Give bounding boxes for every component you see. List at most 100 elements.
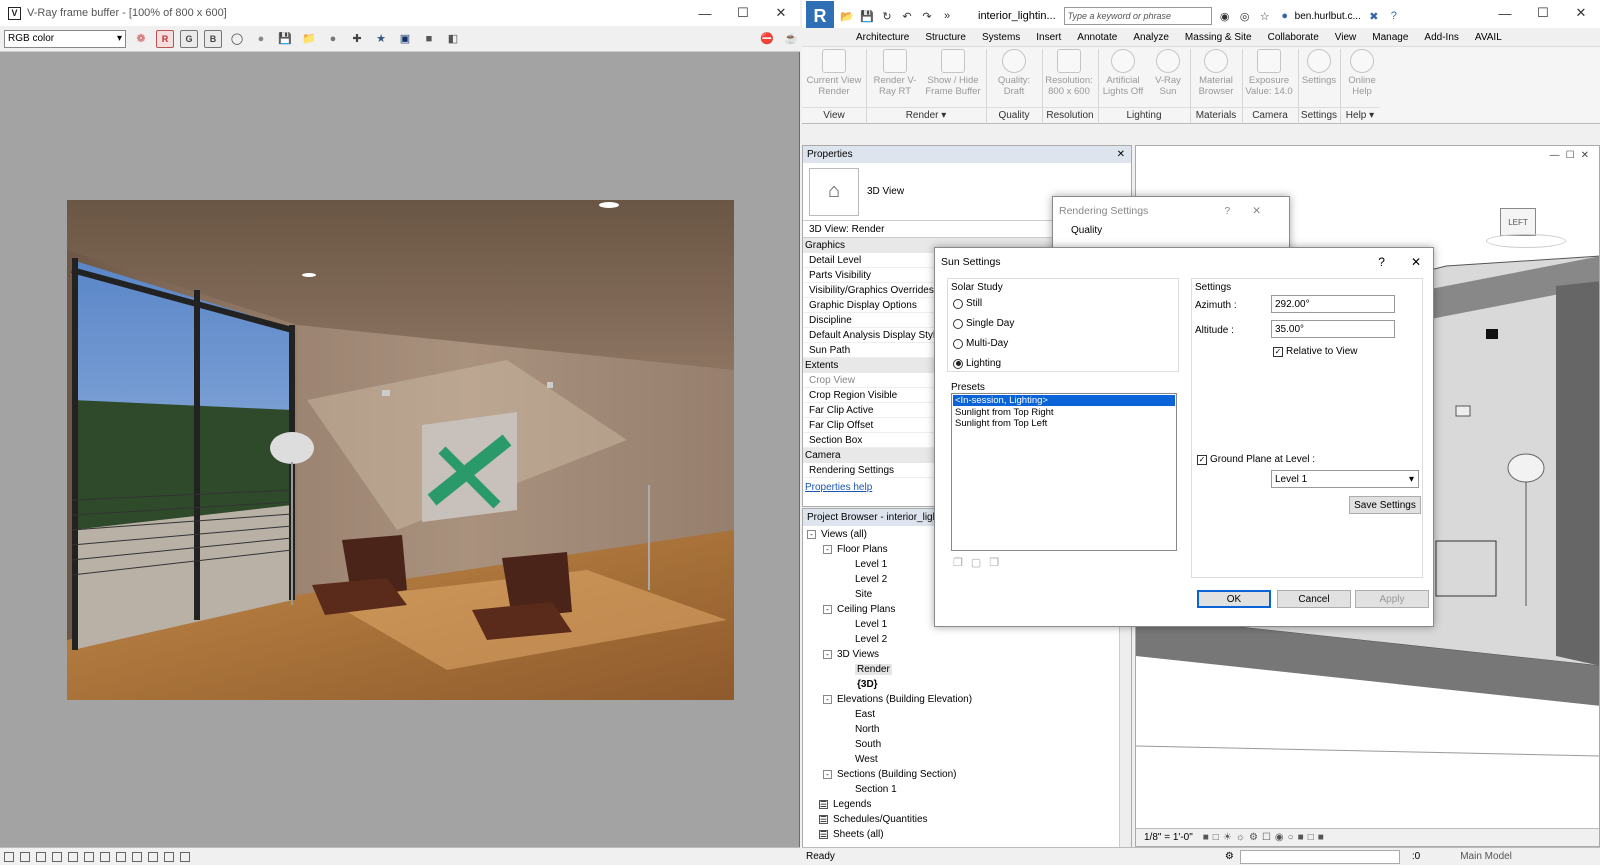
- open-folder-icon[interactable]: 📁: [300, 30, 318, 48]
- tree-views-all[interactable]: - Views (all): [807, 529, 867, 540]
- close-icon[interactable]: ✕: [1562, 0, 1600, 26]
- save-image-icon[interactable]: 💾: [276, 30, 294, 48]
- online-help-button[interactable]: Online Help: [1340, 49, 1384, 105]
- revit-logo-button[interactable]: R: [806, 1, 834, 31]
- stop-render-icon[interactable]: ⛔: [758, 30, 776, 48]
- duplicate-preset-icon[interactable]: ❐: [953, 556, 963, 569]
- panel-label-help[interactable]: Help ▾: [1340, 107, 1380, 123]
- ground-plane-checkbox[interactable]: ✓ Ground Plane at Level :: [1197, 454, 1315, 465]
- panel-label-render[interactable]: Render ▾: [866, 107, 986, 123]
- resolution-button[interactable]: Resolution: 800 x 600: [1042, 49, 1096, 105]
- tree-fp-site[interactable]: Site: [855, 589, 872, 600]
- radio-single-day[interactable]: Single Day: [953, 318, 1014, 329]
- vray-sun-button[interactable]: V-Ray Sun: [1148, 49, 1188, 105]
- status-tool-icon[interactable]: [100, 851, 110, 862]
- status-tool-icon[interactable]: [84, 851, 94, 862]
- tab-collaborate[interactable]: Collaborate: [1260, 32, 1327, 43]
- tree-elevation-west[interactable]: West: [855, 754, 878, 765]
- blue-channel-button[interactable]: B: [204, 29, 222, 48]
- region-render-icon[interactable]: ▣: [396, 30, 414, 48]
- design-option-select[interactable]: Main Model: [1460, 851, 1512, 862]
- presets-list[interactable]: <In-session, Lighting> Sunlight from Top…: [951, 393, 1177, 551]
- collapse-icon[interactable]: -: [823, 605, 832, 614]
- star-icon[interactable]: ☆: [1258, 9, 1272, 23]
- tab-add-ins[interactable]: Add-Ins: [1416, 32, 1466, 43]
- show-hide-frame-buffer-button[interactable]: Show / Hide Frame Buffer: [922, 49, 984, 105]
- maximize-icon[interactable]: ☐: [724, 0, 762, 26]
- settings-button[interactable]: Settings: [1298, 49, 1340, 105]
- tab-manage[interactable]: Manage: [1364, 32, 1416, 43]
- relative-to-view-checkbox[interactable]: ✓ Relative to View: [1273, 346, 1358, 357]
- tree-elevation-north[interactable]: North: [855, 724, 879, 735]
- tree-legends[interactable]: ☰ Legends: [819, 799, 871, 810]
- collapse-icon[interactable]: -: [823, 650, 832, 659]
- tab-architecture[interactable]: Architecture: [848, 32, 917, 43]
- dialog-controls-icon[interactable]: ?✕: [1224, 205, 1283, 217]
- tree-3d-render[interactable]: Render: [855, 664, 892, 675]
- tree-fp-level-2[interactable]: Level 2: [855, 574, 887, 585]
- current-view-render-button[interactable]: Current View Render: [804, 49, 864, 105]
- artificial-lights-button[interactable]: Artificial Lights Off: [1098, 49, 1148, 105]
- alpha-channel-icon[interactable]: ●: [252, 30, 270, 48]
- clear-image-icon[interactable]: ●: [324, 30, 342, 48]
- subscription-icon[interactable]: ◎: [1238, 9, 1252, 23]
- ok-button[interactable]: OK: [1197, 590, 1271, 608]
- redo-icon[interactable]: ↷: [920, 9, 934, 23]
- collapse-icon[interactable]: -: [823, 770, 832, 779]
- collapse-icon[interactable]: -: [823, 545, 832, 554]
- status-tool-icon[interactable]: [132, 851, 142, 862]
- sync-icon[interactable]: ↻: [880, 9, 894, 23]
- tree-sections[interactable]: - Sections (Building Section): [823, 769, 957, 780]
- exchange-icon[interactable]: ✖: [1367, 9, 1381, 23]
- tree-floor-plans[interactable]: - Floor Plans: [823, 544, 888, 555]
- tab-massing-site[interactable]: Massing & Site: [1177, 32, 1260, 43]
- search-input[interactable]: Type a keyword or phrase: [1063, 7, 1212, 25]
- save-settings-button[interactable]: Save Settings: [1349, 496, 1421, 514]
- close-icon[interactable]: ✕: [762, 0, 800, 26]
- quality-button[interactable]: Quality: Draft: [988, 49, 1040, 105]
- minimize-icon[interactable]: —: [1486, 0, 1524, 26]
- status-tool-icon[interactable]: [180, 851, 190, 862]
- delete-preset-icon[interactable]: ❒: [989, 556, 999, 569]
- cancel-button[interactable]: Cancel: [1277, 590, 1351, 608]
- radio-still[interactable]: Still: [953, 298, 982, 309]
- user-name[interactable]: ben.hurlbut.c...: [1295, 11, 1361, 22]
- status-tool-icon[interactable]: [68, 851, 78, 862]
- azimuth-input[interactable]: 292.00°: [1271, 295, 1395, 313]
- user-icon[interactable]: ●: [1278, 9, 1292, 23]
- lens-effects-icon[interactable]: ■: [420, 30, 438, 48]
- close-icon[interactable]: ✕: [1117, 149, 1125, 160]
- open-icon[interactable]: 📂: [840, 9, 854, 23]
- tab-insert[interactable]: Insert: [1028, 32, 1069, 43]
- red-channel-button[interactable]: R: [156, 29, 174, 48]
- color-palette-icon[interactable]: ❁: [132, 30, 150, 48]
- apply-button[interactable]: Apply: [1355, 590, 1429, 608]
- close-icon[interactable]: ✕: [1411, 255, 1421, 269]
- status-tool-icon[interactable]: [52, 851, 62, 862]
- tree-section-1[interactable]: Section 1: [855, 784, 897, 795]
- tab-avail[interactable]: AVAIL: [1467, 32, 1510, 43]
- tree-elevation-south[interactable]: South: [855, 739, 881, 750]
- tree-fp-level-1[interactable]: Level 1: [855, 559, 887, 570]
- maximize-icon[interactable]: ☐: [1524, 0, 1562, 26]
- preset-item-top-right[interactable]: Sunlight from Top Right: [952, 407, 1176, 418]
- view-scale[interactable]: 1/8" = 1'-0": [1144, 832, 1193, 843]
- collapse-icon[interactable]: -: [823, 695, 832, 704]
- status-tool-icon[interactable]: [20, 851, 30, 862]
- altitude-input[interactable]: 35.00°: [1271, 320, 1395, 338]
- track-mouse-icon[interactable]: ✚: [348, 30, 366, 48]
- tree-elevation-east[interactable]: East: [855, 709, 875, 720]
- tree-ceiling-plans[interactable]: - Ceiling Plans: [823, 604, 895, 615]
- tree-cp-level-1[interactable]: Level 1: [855, 619, 887, 630]
- render-vray-rt-button[interactable]: Render V-Ray RT: [870, 49, 920, 105]
- link-icon[interactable]: ★: [372, 30, 390, 48]
- channel-select[interactable]: RGB color ▾: [4, 29, 126, 48]
- status-tool-icon[interactable]: [116, 851, 126, 862]
- history-icon[interactable]: ◧: [444, 30, 462, 48]
- rename-preset-icon[interactable]: ▢: [971, 556, 981, 569]
- more-icon[interactable]: »: [940, 9, 954, 23]
- tab-structure[interactable]: Structure: [917, 32, 974, 43]
- binoculars-icon[interactable]: ◉: [1218, 9, 1232, 23]
- save-icon[interactable]: 💾: [860, 9, 874, 23]
- material-browser-button[interactable]: Material Browser: [1192, 49, 1240, 105]
